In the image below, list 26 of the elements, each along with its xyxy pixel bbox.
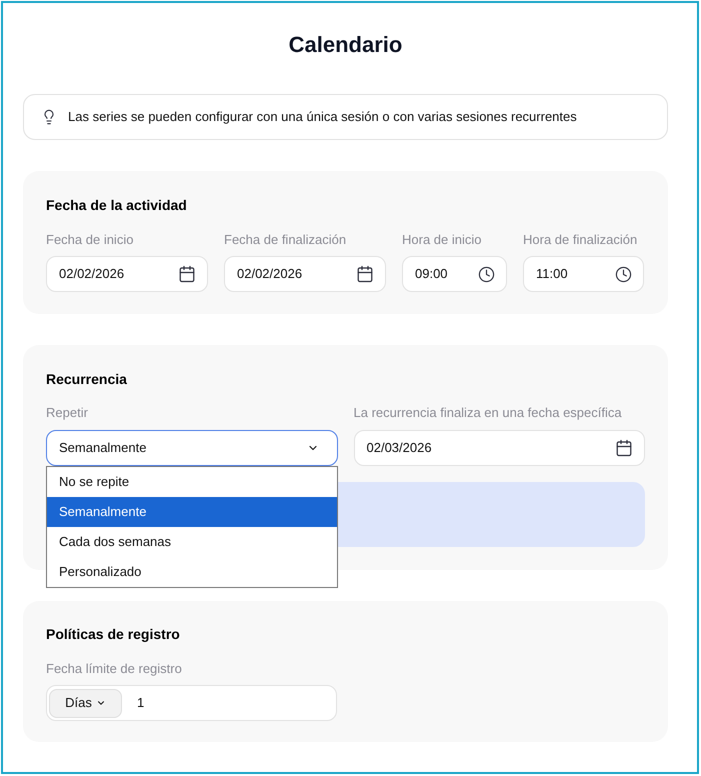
calendar-icon [178,265,196,283]
deadline-field[interactable]: Días 1 [46,685,337,721]
field-label: Repetir [46,404,89,422]
dropdown-option[interactable]: Semanalmente [47,497,336,527]
time-field[interactable]: 11:00 [523,256,644,292]
field-label: Hora de inicio [402,231,482,249]
field-label: Fecha de finalización [224,231,348,249]
clock-icon [478,266,495,282]
repeat-select[interactable]: Semanalmente [46,430,338,466]
time-field[interactable]: 09:00 [402,256,507,292]
calendar-icon [356,265,374,283]
section-heading: Recurrencia [46,370,128,389]
unit-dropdown[interactable]: Días [49,688,122,718]
field-label: La recurrencia finaliza en una fecha específica [354,404,623,422]
section-heading: Fecha de la actividad [46,196,188,215]
clock-icon [615,266,632,282]
page-title: Calendario [288,31,404,59]
date-field[interactable]: 02/02/2026 [46,256,208,292]
calendar-icon [615,439,633,457]
field-label: Fecha de inicio [46,231,134,249]
section-heading: Políticas de registro [46,625,181,644]
date-field[interactable]: 02/03/2026 [354,430,645,466]
date-field[interactable]: 02/02/2026 [224,256,386,292]
field-label: Fecha límite de registro [46,660,183,678]
field-label: Hora de finalización [523,231,638,249]
tip-text: Las series se pueden configurar con una única sesión o con varias sesiones recurrentes [68,108,577,126]
